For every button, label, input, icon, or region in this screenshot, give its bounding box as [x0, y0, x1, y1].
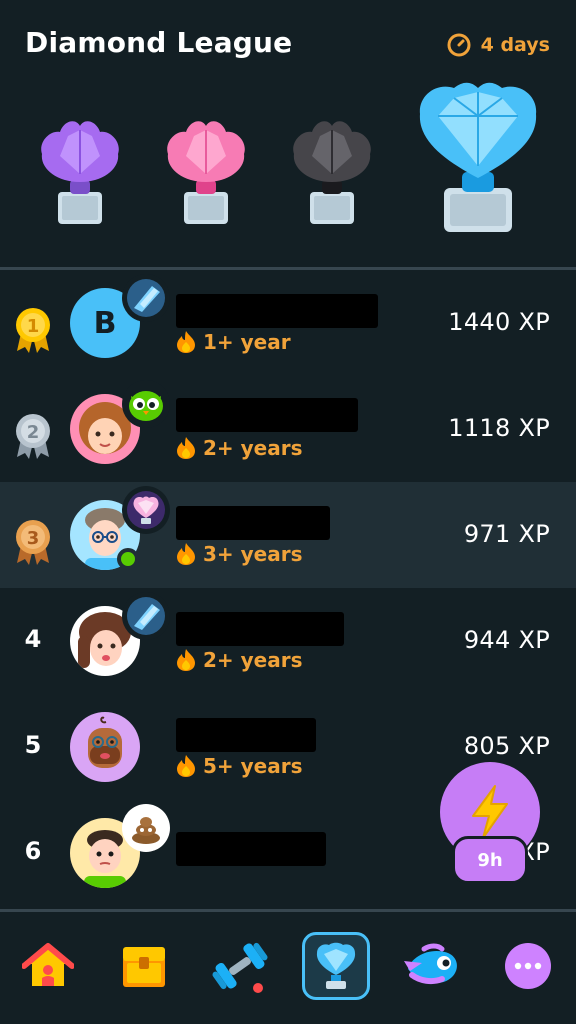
character-bird-icon	[404, 943, 457, 985]
league-trophies	[0, 80, 576, 250]
tab-more[interactable]	[494, 932, 562, 1000]
fire-icon	[177, 543, 195, 565]
poop-badge-icon	[132, 817, 160, 844]
name-redacted	[176, 612, 344, 646]
badge	[122, 380, 170, 428]
leaderboard-row-2[interactable]: 2 2+ years 1118 XP	[0, 376, 576, 482]
leaderboard-row-1[interactable]: 1 B 1+ year 1440 XP	[0, 270, 576, 376]
streak-text: 5+ years	[203, 754, 303, 778]
bottom-tab-bar	[0, 912, 576, 1024]
medal-rank-text: 2	[27, 422, 40, 443]
xp-value: 1440 XP	[448, 308, 550, 336]
streak: 2+ years	[175, 648, 303, 672]
silver-medal-icon: 2	[16, 414, 50, 459]
leaderboard-row-3-current-user[interactable]: 3 3+ years 971 XP	[0, 482, 576, 588]
rank-number: 5	[24, 731, 42, 759]
xp-value: 805 XP	[463, 732, 550, 760]
medal-rank-text: 3	[27, 528, 40, 549]
duo-owl-badge-icon	[129, 391, 163, 421]
streak-text: 2+ years	[203, 436, 303, 460]
streak-text: 1+ year	[203, 330, 291, 354]
pearl-trophy-icon	[167, 121, 245, 224]
fire-icon	[177, 437, 195, 459]
tab-home[interactable]	[14, 932, 82, 1000]
fire-icon	[177, 755, 195, 777]
more-options-icon	[505, 943, 551, 989]
diamond-league-icon	[316, 942, 356, 989]
diamond-trophy-badge-icon	[127, 491, 165, 529]
boost-timer: 9h	[452, 836, 528, 884]
gold-medal-icon: 1	[16, 308, 50, 353]
crystal-badge-icon	[127, 597, 165, 635]
name-redacted	[176, 718, 316, 752]
medal-rank-text: 1	[27, 316, 40, 337]
xp-value: 944 XP	[463, 626, 550, 654]
crystal-badge-icon	[127, 279, 165, 317]
home-icon	[22, 943, 74, 986]
name-redacted	[176, 294, 378, 328]
name-redacted	[176, 506, 330, 540]
rank-number: 6	[24, 837, 42, 865]
fire-icon	[177, 331, 195, 353]
streak-text: 2+ years	[203, 648, 303, 672]
timer-icon	[447, 33, 471, 57]
badge	[122, 274, 170, 322]
tab-practice[interactable]	[206, 932, 274, 1000]
online-status-dot	[117, 548, 139, 570]
badge	[122, 486, 170, 534]
xp-value: 971 XP	[463, 520, 550, 548]
treasure-chest-icon	[123, 947, 165, 987]
name-redacted	[176, 832, 326, 866]
bronze-medal-icon: 3	[16, 520, 50, 565]
streak: 5+ years	[175, 754, 303, 778]
dumbbell-icon	[212, 942, 268, 993]
diamond-trophy-icon	[419, 82, 537, 232]
league-header: Diamond League 4 days	[0, 0, 576, 270]
xp-boost-button[interactable]: 9h	[440, 762, 540, 886]
badge	[122, 592, 170, 640]
tab-quests[interactable]	[110, 932, 178, 1000]
streak: 1+ year	[175, 330, 291, 354]
badge	[122, 804, 170, 852]
amethyst-trophy-icon	[41, 121, 119, 224]
league-timer: 4 days	[446, 32, 550, 58]
tab-leagues[interactable]	[302, 932, 370, 1000]
rank-number: 4	[24, 625, 42, 653]
streak: 3+ years	[175, 542, 303, 566]
streak-text: 3+ years	[203, 542, 303, 566]
tab-characters[interactable]	[398, 932, 466, 1000]
avatar[interactable]	[70, 712, 140, 782]
xp-value: 1118 XP	[448, 414, 550, 442]
streak: 2+ years	[175, 436, 303, 460]
obsidian-trophy-icon	[293, 121, 371, 224]
fire-icon	[177, 649, 195, 671]
leaderboard-row-4[interactable]: 4 2+ years 944 XP	[0, 588, 576, 694]
name-redacted	[176, 398, 358, 432]
time-left-text: 4 days	[480, 34, 550, 56]
lightning-icon	[472, 785, 508, 839]
avatar-bearded-icon	[70, 712, 140, 782]
league-title: Diamond League	[25, 26, 293, 59]
